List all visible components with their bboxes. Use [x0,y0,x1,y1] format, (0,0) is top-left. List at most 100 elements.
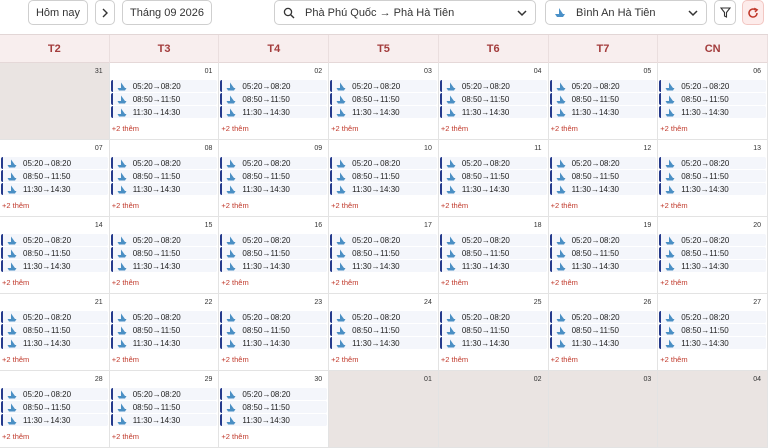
calendar-day-cell[interactable]: 17 05:20→08:20 08:50→11:50 11:30→14:30 +2 th… [329,217,439,294]
trip-item[interactable]: 11:30→14:30 [330,260,437,272]
trip-item[interactable]: 11:30→14:30 [1,414,108,426]
trip-item[interactable]: 08:50→11:50 [659,170,766,182]
calendar-day-cell[interactable]: 18 05:20→08:20 08:50→11:50 11:30→14:30 +2 th… [438,217,549,294]
trip-item[interactable]: 08:50→11:50 [549,170,657,182]
trip-item[interactable]: 08:50→11:50 [330,324,437,336]
more-trips-link[interactable]: +2 thêm [112,432,139,441]
more-trips-link[interactable]: +2 thêm [551,201,578,210]
trip-item[interactable]: 05:20→08:20 [220,157,328,169]
trip-item[interactable]: 08:50→11:50 [110,401,218,413]
trip-item[interactable]: 08:50→11:50 [220,401,328,413]
trip-item[interactable]: 11:30→14:30 [220,337,328,349]
filter-button[interactable] [714,0,736,25]
trip-item[interactable]: 11:30→14:30 [659,106,766,118]
trip-item[interactable]: 11:30→14:30 [1,260,108,272]
trip-item[interactable]: 08:50→11:50 [549,247,657,259]
trip-item[interactable]: 11:30→14:30 [220,414,328,426]
more-trips-link[interactable]: +2 thêm [331,201,358,210]
calendar-day-cell[interactable]: 21 05:20→08:20 08:50→11:50 11:30→14:30 +2 th… [0,294,110,371]
calendar-day-cell[interactable]: 25 05:20→08:20 08:50→11:50 11:30→14:30 +2 th… [438,294,549,371]
trip-item[interactable]: 05:20→08:20 [330,157,437,169]
trip-item[interactable]: 11:30→14:30 [1,183,108,195]
calendar-day-cell[interactable]: 14 05:20→08:20 08:50→11:50 11:30→14:30 +2 th… [0,217,110,294]
trip-item[interactable]: 05:20→08:20 [220,311,328,323]
trip-item[interactable]: 11:30→14:30 [220,260,328,272]
trip-item[interactable]: 08:50→11:50 [549,93,657,105]
trip-item[interactable]: 11:30→14:30 [110,260,218,272]
trip-item[interactable]: 11:30→14:30 [659,337,766,349]
trip-item[interactable]: 05:20→08:20 [439,234,547,246]
trip-item[interactable]: 08:50→11:50 [330,170,437,182]
trip-item[interactable]: 08:50→11:50 [220,324,328,336]
route-select[interactable]: Phà Phú Quốc → Phà Hà Tiên [274,0,536,25]
calendar-day-cell[interactable]: 20 05:20→08:20 08:50→11:50 11:30→14:30 +2 th… [658,217,768,294]
trip-item[interactable]: 05:20→08:20 [659,311,766,323]
trip-item[interactable]: 08:50→11:50 [110,170,218,182]
calendar-day-cell[interactable]: 06 05:20→08:20 08:50→11:50 11:30→14:30 +2 th… [658,63,768,140]
trip-item[interactable]: 11:30→14:30 [330,106,437,118]
trip-item[interactable]: 08:50→11:50 [659,93,766,105]
trip-item[interactable]: 05:20→08:20 [110,157,218,169]
more-trips-link[interactable]: +2 thêm [441,355,468,364]
trip-item[interactable]: 08:50→11:50 [220,247,328,259]
more-trips-link[interactable]: +2 thêm [2,278,29,287]
more-trips-link[interactable]: +2 thêm [441,278,468,287]
trip-item[interactable]: 08:50→11:50 [110,324,218,336]
calendar-day-cell[interactable]: 29 05:20→08:20 08:50→11:50 11:30→14:30 +2 th… [109,371,220,448]
more-trips-link[interactable]: +2 thêm [331,278,358,287]
trip-item[interactable]: 11:30→14:30 [549,337,657,349]
trip-item[interactable]: 11:30→14:30 [110,337,218,349]
calendar-day-cell[interactable]: 04 05:20→08:20 08:50→11:50 11:30→14:30 +2 th… [438,63,549,140]
calendar-day-cell[interactable]: 26 05:20→08:20 08:50→11:50 11:30→14:30 +2 th… [548,294,659,371]
calendar-day-cell[interactable]: 23 05:20→08:20 08:50→11:50 11:30→14:30 +2 th… [219,294,330,371]
trip-item[interactable]: 11:30→14:30 [439,183,547,195]
trip-item[interactable]: 11:30→14:30 [220,106,328,118]
trip-item[interactable]: 08:50→11:50 [659,324,766,336]
calendar-day-cell[interactable]: 16 05:20→08:20 08:50→11:50 11:30→14:30 +2 th… [219,217,330,294]
trip-item[interactable]: 11:30→14:30 [110,106,218,118]
trip-item[interactable]: 05:20→08:20 [330,80,437,92]
calendar-day-cell[interactable]: 08 05:20→08:20 08:50→11:50 11:30→14:30 +2 th… [109,140,220,217]
next-month-button[interactable] [95,0,115,25]
calendar-day-cell[interactable]: 30 05:20→08:20 08:50→11:50 11:30→14:30 +2 th… [219,371,330,448]
trip-item[interactable]: 05:20→08:20 [439,80,547,92]
calendar-day-cell[interactable]: 07 05:20→08:20 08:50→11:50 11:30→14:30 +2 th… [0,140,110,217]
trip-item[interactable]: 11:30→14:30 [439,260,547,272]
more-trips-link[interactable]: +2 thêm [551,124,578,133]
trip-item[interactable]: 08:50→11:50 [439,324,547,336]
more-trips-link[interactable]: +2 thêm [221,355,248,364]
trip-item[interactable]: 11:30→14:30 [549,183,657,195]
trip-item[interactable]: 05:20→08:20 [439,311,547,323]
trip-item[interactable]: 11:30→14:30 [330,337,437,349]
calendar-day-cell[interactable]: 12 05:20→08:20 08:50→11:50 11:30→14:30 +2 th… [548,140,659,217]
trip-item[interactable]: 05:20→08:20 [110,388,218,400]
more-trips-link[interactable]: +2 thêm [112,124,139,133]
trip-item[interactable]: 08:50→11:50 [330,247,437,259]
calendar-day-cell[interactable]: 13 05:20→08:20 08:50→11:50 11:30→14:30 +2 th… [658,140,768,217]
trip-item[interactable]: 05:20→08:20 [220,388,328,400]
more-trips-link[interactable]: +2 thêm [221,432,248,441]
more-trips-link[interactable]: +2 thêm [2,355,29,364]
trip-item[interactable]: 11:30→14:30 [549,106,657,118]
more-trips-link[interactable]: +2 thêm [2,201,29,210]
trip-item[interactable]: 05:20→08:20 [330,311,437,323]
trip-item[interactable]: 08:50→11:50 [659,247,766,259]
company-select[interactable]: Bình An Hà Tiên [545,0,707,25]
more-trips-link[interactable]: +2 thêm [660,278,687,287]
calendar-day-cell[interactable]: 02 05:20→08:20 08:50→11:50 11:30→14:30 +2 th… [219,63,330,140]
trip-item[interactable]: 05:20→08:20 [549,80,657,92]
trip-item[interactable]: 11:30→14:30 [439,106,547,118]
trip-item[interactable]: 08:50→11:50 [549,324,657,336]
trip-item[interactable]: 11:30→14:30 [549,260,657,272]
refresh-button[interactable] [742,0,764,25]
trip-item[interactable]: 08:50→11:50 [330,93,437,105]
month-picker-button[interactable]: Tháng 09 2026 [122,0,212,25]
trip-item[interactable]: 05:20→08:20 [1,157,108,169]
trip-item[interactable]: 05:20→08:20 [1,234,108,246]
calendar-day-cell[interactable]: 05 05:20→08:20 08:50→11:50 11:30→14:30 +2 th… [548,63,659,140]
more-trips-link[interactable]: +2 thêm [441,201,468,210]
trip-item[interactable]: 11:30→14:30 [110,414,218,426]
more-trips-link[interactable]: +2 thêm [660,355,687,364]
more-trips-link[interactable]: +2 thêm [112,278,139,287]
trip-item[interactable]: 08:50→11:50 [110,247,218,259]
